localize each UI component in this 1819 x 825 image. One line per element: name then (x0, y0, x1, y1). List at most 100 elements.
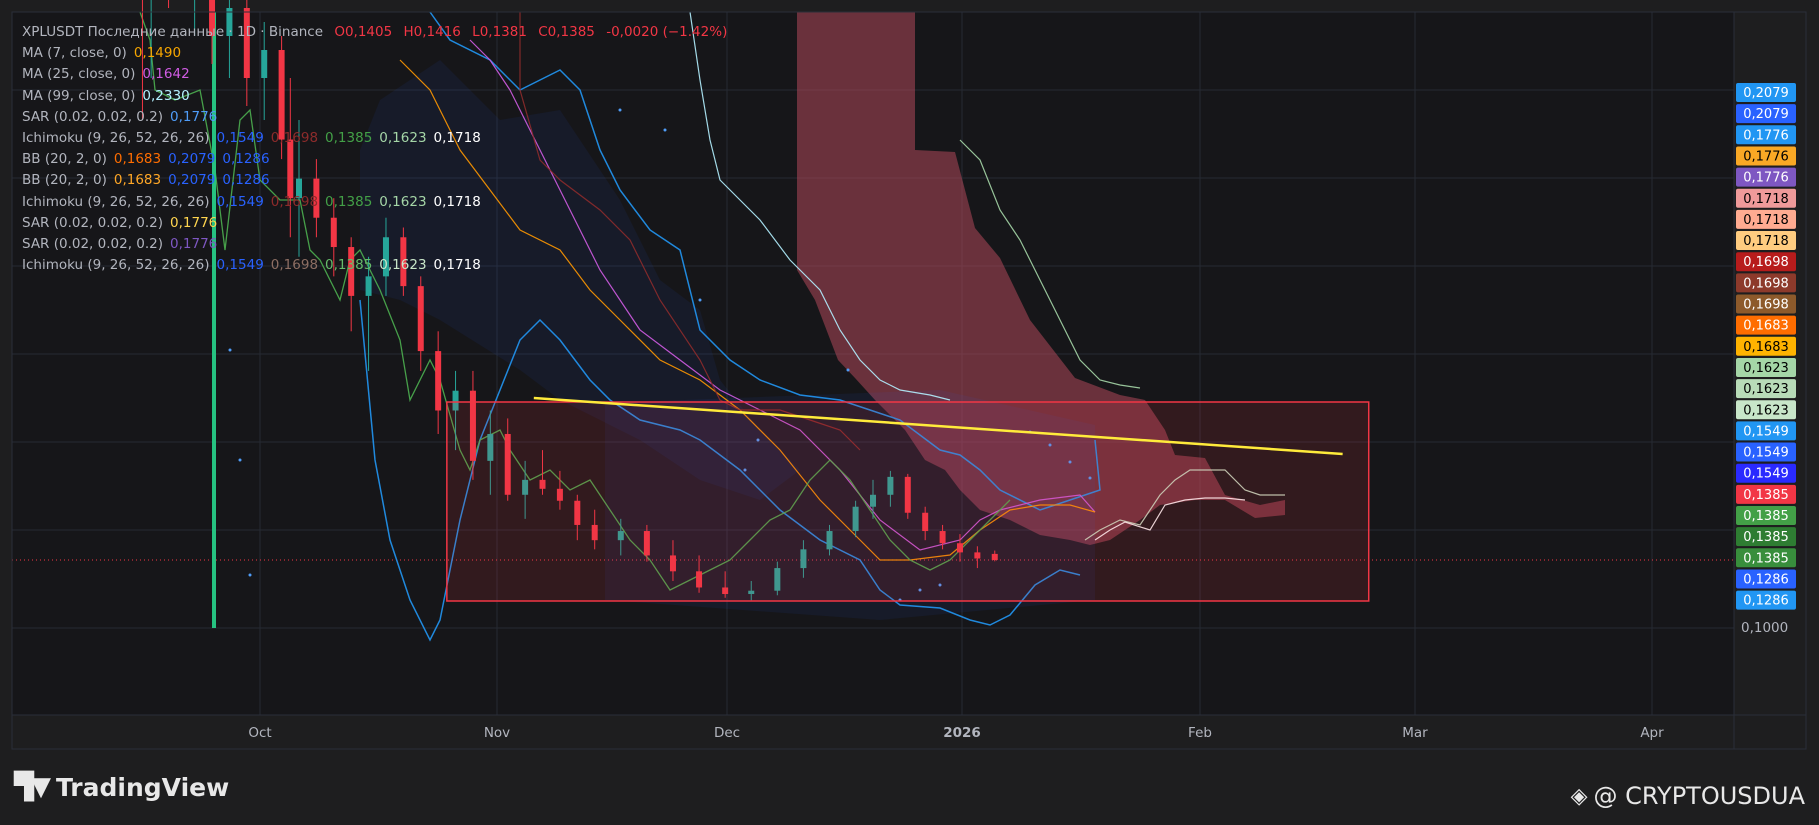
legend-label: MA (99, close, 0) (22, 87, 136, 104)
price-badge-text: 0,1718 (1743, 234, 1789, 249)
price-badge-text: 0,2079 (1743, 86, 1789, 101)
legend-row[interactable]: MA (7, close, 0) 0,1490 (22, 43, 727, 64)
legend-value: 0,1683 (113, 172, 162, 189)
price-badge-text: 0,1385 (1743, 551, 1789, 566)
indicator-legend: XPLUSDT Последние данные · 1D · Binance … (22, 22, 727, 276)
time-axis-label: Apr (1640, 725, 1664, 741)
price-badge-text: 0,1776 (1743, 171, 1789, 186)
legend-value: 0,1698 (270, 257, 319, 274)
legend-label: SAR (0.02, 0.02, 0.2) (22, 214, 164, 231)
price-badge-text: 0,1776 (1743, 149, 1789, 164)
legend-label: Ichimoku (9, 26, 52, 26, 26) (22, 193, 210, 210)
price-badge-text: 0,1549 (1743, 424, 1789, 439)
brand-name: TradingView (56, 772, 230, 802)
time-axis-label: Oct (248, 725, 271, 741)
sar-dot (248, 573, 252, 577)
author-name: @ CRYPTOUSDUA (1593, 782, 1805, 810)
legend-value: 0,1385 (325, 193, 373, 210)
legend-value: 0,2079 (168, 172, 216, 189)
legend-value: 0,1776 (170, 108, 218, 125)
legend-label: BB (20, 2, 0) (22, 172, 107, 189)
legend-value: 0,1698 (270, 193, 319, 210)
tradingview-logo[interactable]: ▜▼ TradingView (14, 772, 229, 802)
legend-value: 0,1718 (433, 193, 481, 210)
candle-body (435, 351, 442, 411)
legend-row[interactable]: MA (99, close, 0) 0,2330 (22, 86, 727, 107)
legend-value: 0,1623 (379, 257, 427, 274)
time-axis-label: 2026 (943, 725, 981, 741)
binance-icon: ◈ (1570, 783, 1588, 809)
legend-row[interactable]: Ichimoku (9, 26, 52, 26, 26) 0,1549 0,1698… (22, 192, 727, 213)
drawings (446, 396, 1370, 602)
price-badge-text: 0,1385 (1743, 488, 1789, 503)
sar-dot (846, 368, 850, 372)
legend-value: 0,1549 (216, 129, 264, 146)
time-axis-label: Feb (1188, 725, 1212, 741)
legend-label: SAR (0.02, 0.02, 0.2) (22, 108, 164, 125)
price-badge-text: 0,1683 (1743, 319, 1789, 334)
legend-rows: MA (7, close, 0) 0,1490 MA (25, close, 0) 0… (22, 43, 727, 276)
price-badge-text: 0,1776 (1743, 128, 1789, 143)
legend-row[interactable]: Ichimoku (9, 26, 52, 26, 26) 0,1549 0,1698… (22, 128, 727, 149)
legend-label: Ichimoku (9, 26, 52, 26, 26) (22, 257, 210, 274)
price-badge-text: 0,1683 (1743, 340, 1789, 355)
price-badge-text: 0,1385 (1743, 509, 1789, 524)
price-badge-text: 0,1623 (1743, 403, 1789, 418)
candle-body (417, 286, 424, 352)
legend-value: 0,2079 (168, 151, 216, 168)
legend-value: 0,1683 (113, 151, 162, 168)
low-value: L0,1381 (472, 24, 527, 40)
legend-value: 0,1549 (216, 257, 264, 274)
legend-value: 0,1718 (433, 129, 481, 146)
symbol-title: XPLUSDT Последние данные · 1D · Binance (22, 24, 324, 40)
legend-row[interactable]: Ichimoku (9, 26, 52, 26, 26) 0,1549 0,1698… (22, 255, 727, 276)
price-badge-text: 0,1549 (1743, 446, 1789, 461)
range-box (446, 401, 1370, 602)
legend-row[interactable]: MA (25, close, 0) 0,1642 (22, 64, 727, 85)
price-axis-badges: 0,2079 0,2079 0,1776 0,1776 0,1776 0,1718 0,17… (1736, 83, 1796, 610)
legend-row[interactable]: SAR (0.02, 0.02, 0.2) 0,1776 (22, 107, 727, 128)
price-badge-text: 0,1698 (1743, 255, 1789, 270)
price-badge-text: 0,1698 (1743, 276, 1789, 291)
price-badge-text: 0,1623 (1743, 382, 1789, 397)
legend-value: 0,1698 (270, 129, 319, 146)
legend-value: 0,1718 (433, 257, 481, 274)
legend-label: MA (7, close, 0) (22, 45, 127, 62)
legend-value: 0,1623 (379, 129, 427, 146)
legend-label: MA (25, close, 0) (22, 66, 136, 83)
legend-row[interactable]: SAR (0.02, 0.02, 0.2) 0,1776 (22, 213, 727, 234)
legend-row[interactable]: BB (20, 2, 0) 0,1683 0,2079 0,1286 (22, 149, 727, 170)
legend-value: 0,2330 (142, 87, 190, 104)
price-badge-text: 0,1718 (1743, 213, 1789, 228)
open-value: O0,1405 (334, 24, 393, 40)
time-axis-label: Dec (714, 725, 740, 741)
legend-label: BB (20, 2, 0) (22, 151, 107, 168)
price-badge-text: 0,1698 (1743, 298, 1789, 313)
time-axis-label: Nov (484, 725, 510, 741)
legend-value: 0,1385 (325, 257, 373, 274)
price-badge-text: 0,1286 (1743, 572, 1789, 587)
time-axis-label: Mar (1402, 725, 1428, 741)
price-badge-text: 0,1549 (1743, 467, 1789, 482)
legend-label: SAR (0.02, 0.02, 0.2) (22, 235, 164, 252)
price-badge-text: 0,1718 (1743, 192, 1789, 207)
legend-value: 0,1385 (325, 129, 373, 146)
price-badge-text: 0,2079 (1743, 107, 1789, 122)
legend-label: Ichimoku (9, 26, 52, 26, 26) (22, 129, 210, 146)
price-axis-label: 0,1000 (1741, 620, 1788, 636)
legend-value: 0,1623 (379, 193, 427, 210)
price-badge-text: 0,1623 (1743, 361, 1789, 376)
sar-dot (228, 348, 232, 352)
legend-value: 0,1549 (216, 193, 264, 210)
legend-row[interactable]: BB (20, 2, 0) 0,1683 0,2079 0,1286 (22, 170, 727, 191)
price-badge-text: 0,1286 (1743, 594, 1789, 609)
change-value: -0,0020 (−1.42%) (606, 24, 728, 40)
legend-value: 0,1286 (222, 151, 270, 168)
legend-row[interactable]: SAR (0.02, 0.02, 0.2) 0,1776 (22, 234, 727, 255)
legend-value: 0,1490 (133, 45, 182, 62)
candle-body (365, 276, 372, 296)
price-badge-text: 0,1385 (1743, 530, 1789, 545)
legend-value: 0,1776 (170, 214, 218, 231)
symbol-header: XPLUSDT Последние данные · 1D · Binance … (22, 22, 727, 43)
tradingview-logo-icon: ▜▼ (14, 772, 51, 802)
